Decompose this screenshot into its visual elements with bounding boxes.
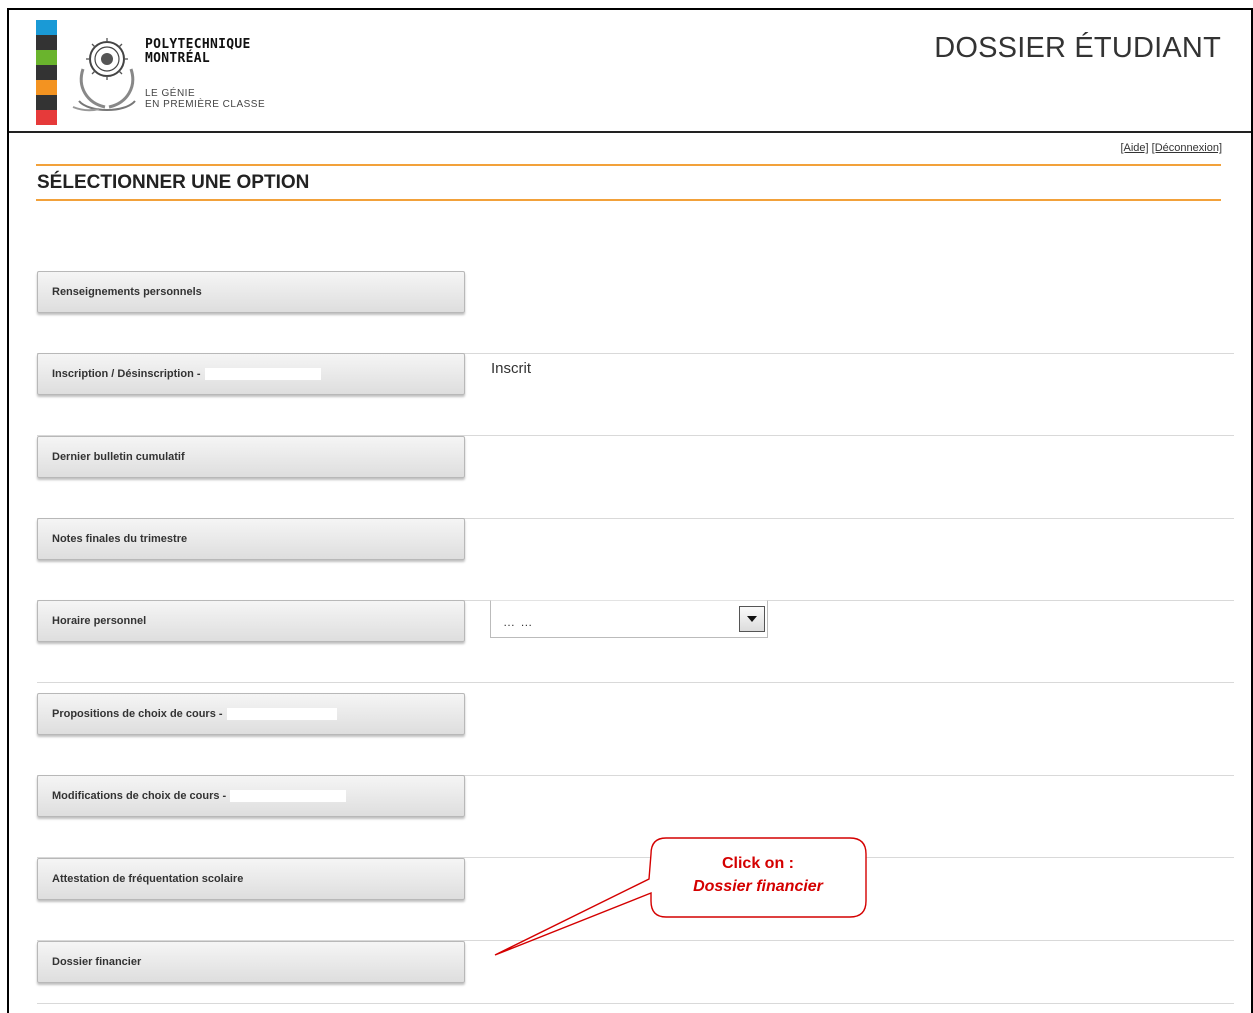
- brand-color-bar: [36, 20, 57, 125]
- brand-tagline: LE GÉNIE EN PREMIÈRE CLASSE: [145, 88, 265, 110]
- header: POLYTECHNIQUE MONTRÉAL LE GÉNIE EN PREMI…: [9, 10, 1251, 133]
- redacted-term: [204, 368, 321, 381]
- logout-link[interactable]: [Déconnexion]: [1152, 142, 1222, 154]
- option-row: Propositions de choix de cours -: [37, 693, 1234, 776]
- option-label: Inscription / Désinscription -: [52, 367, 201, 380]
- personal-info-button[interactable]: Renseignements personnels: [37, 271, 465, 313]
- callout-line1: Click on :: [721, 855, 794, 872]
- registration-button[interactable]: Inscription / Désinscription -: [37, 353, 465, 395]
- app-title: DOSSIER ÉTUDIANT: [934, 32, 1221, 64]
- section-rule-top: [36, 164, 1221, 166]
- option-label: Notes finales du trimestre: [52, 533, 188, 545]
- polytechnique-seal-logo: [72, 38, 136, 112]
- redacted-term: [226, 708, 337, 721]
- option-label: Renseignements personnels: [52, 286, 202, 298]
- term-select-value: … …: [503, 615, 534, 629]
- attendance-certificate-button[interactable]: Attestation de fréquentation scolaire: [37, 858, 465, 900]
- option-row: Horaire personnel … …: [37, 600, 1234, 683]
- option-row: Renseignements personnels: [37, 271, 1234, 354]
- option-row: Inscription / Désinscription - Inscrit: [37, 353, 1234, 436]
- course-proposals-button[interactable]: Propositions de choix de cours -: [37, 693, 465, 735]
- callout-line2: Dossier financier: [693, 878, 823, 895]
- final-grades-button[interactable]: Notes finales du trimestre: [37, 518, 465, 560]
- tagline-line2: EN PREMIÈRE CLASSE: [145, 99, 266, 110]
- section-title: SÉLECTIONNER UNE OPTION: [37, 172, 310, 193]
- option-row: Dossier financier: [37, 941, 1234, 1004]
- option-label: Modifications de choix de cours -: [52, 789, 227, 802]
- section-rule-bottom: [36, 199, 1221, 201]
- registration-status: Inscrit: [491, 360, 532, 377]
- brand-name: POLYTECHNIQUE MONTRÉAL: [145, 38, 251, 66]
- option-label: Propositions de choix de cours -: [52, 707, 223, 720]
- tagline-line1: LE GÉNIE: [145, 88, 196, 99]
- help-link[interactable]: [Aide]: [1120, 142, 1148, 154]
- option-row: Attestation de fréquentation scolaire: [37, 858, 1234, 941]
- top-links: [Aide] [Déconnexion]: [1120, 142, 1222, 154]
- redacted-term: [230, 790, 347, 803]
- personal-schedule-button[interactable]: Horaire personnel: [37, 600, 465, 642]
- term-select[interactable]: … …: [490, 600, 768, 638]
- chevron-down-icon[interactable]: [739, 606, 765, 632]
- option-row: Notes finales du trimestre: [37, 518, 1234, 601]
- option-label: Dossier financier: [52, 956, 142, 968]
- option-label: Dernier bulletin cumulatif: [52, 451, 185, 463]
- option-label: Attestation de fréquentation scolaire: [52, 873, 244, 885]
- option-label: Horaire personnel: [52, 615, 147, 627]
- brand-name-line1: POLYTECHNIQUE: [145, 37, 251, 52]
- option-row: Modifications de choix de cours -: [37, 775, 1234, 858]
- financial-record-button[interactable]: Dossier financier: [37, 941, 465, 983]
- callout-text: Click on : Dossier financier: [651, 852, 865, 898]
- option-row: Dernier bulletin cumulatif: [37, 436, 1234, 519]
- brand-name-line2: MONTRÉAL: [145, 51, 211, 66]
- course-modifications-button[interactable]: Modifications de choix de cours -: [37, 775, 465, 817]
- cumulative-transcript-button[interactable]: Dernier bulletin cumulatif: [37, 436, 465, 478]
